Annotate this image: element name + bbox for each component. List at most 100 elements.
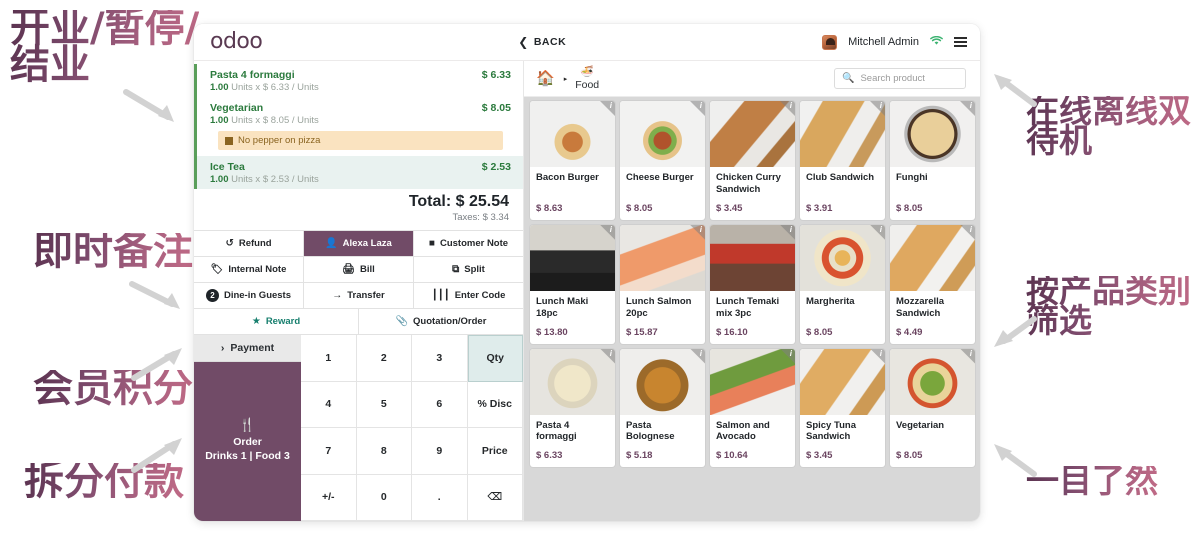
internal-note-button[interactable]: 🏷 Internal Note (194, 257, 304, 282)
numpad-key-plusminus[interactable]: +/- (301, 474, 357, 521)
order-button-line1: Order (233, 436, 262, 449)
transfer-button[interactable]: → Transfer (304, 283, 414, 308)
product-card[interactable]: Vegetarian $ 8.05 (890, 348, 975, 468)
product-card[interactable]: Salmon and Avocado $ 10.64 (710, 348, 795, 468)
quotation-order-button[interactable]: 📎 Quotation/Order (359, 309, 523, 334)
product-card[interactable]: Bacon Burger $ 8.63 (530, 101, 615, 220)
refund-button[interactable]: ↺ Refund (194, 231, 304, 256)
product-info: Salmon and Avocado $ 10.64 (710, 415, 795, 468)
product-image (800, 224, 885, 291)
order-line[interactable]: Vegetarian $ 8.05 1.00 Units x $ 8.05 / … (194, 97, 523, 156)
numpad-key-0[interactable]: 0 (356, 474, 412, 521)
product-info-icon[interactable] (600, 101, 615, 116)
product-info: Spicy Tuna Sandwich $ 3.45 (800, 415, 885, 468)
breadcrumb-separator: ▸ (563, 75, 568, 83)
product-card[interactable]: Cheese Burger $ 8.05 (620, 101, 705, 220)
annotation-arrow-6 (988, 315, 1042, 351)
reward-button[interactable]: ★ Reward (194, 309, 359, 334)
hamburger-menu-icon[interactable] (954, 36, 967, 48)
product-info-icon[interactable] (780, 224, 795, 240)
numpad-backspace-icon[interactable]: ⌫ (467, 474, 523, 521)
customer-label: Alexa Laza (342, 238, 392, 249)
product-card[interactable]: Lunch Salmon 20pc $ 15.87 (620, 224, 705, 344)
product-card[interactable]: Mozzarella Sandwich $ 4.49 (890, 224, 975, 344)
numpad-key-8[interactable]: 8 (356, 428, 412, 475)
enter-code-button[interactable]: ┃┃┃ Enter Code (414, 283, 523, 308)
customer-button[interactable]: 👤 Alexa Laza (304, 231, 414, 256)
bill-button[interactable]: 🖨 Bill (304, 257, 414, 282)
order-line-note[interactable]: No pepper on pizza (218, 131, 503, 150)
numpad-key-decimal[interactable]: . (412, 474, 468, 521)
numpad-key-4[interactable]: 4 (301, 381, 357, 428)
product-name: Lunch Temaki mix 3pc (716, 295, 780, 319)
customer-note-button[interactable]: ■ Customer Note (414, 231, 523, 256)
product-card[interactable]: Pasta 4 formaggi $ 6.33 (530, 348, 615, 468)
product-info-icon[interactable] (870, 101, 885, 116)
product-image (530, 348, 615, 415)
search-input[interactable] (860, 73, 958, 84)
order-button-line2: Drinks 1 | Food 3 (205, 450, 290, 463)
numpad-mode-discount[interactable]: % Disc (467, 381, 523, 428)
order-line-detail: 1.00 Units x $ 8.05 / Units (210, 115, 511, 126)
product-info-icon[interactable] (690, 224, 705, 240)
order-line[interactable]: Ice Tea $ 2.53 1.00 Units x $ 2.53 / Uni… (194, 156, 523, 189)
search-icon: 🔍 (842, 73, 855, 84)
product-info-icon[interactable] (690, 348, 705, 364)
product-info-icon[interactable] (600, 348, 615, 364)
pos-navbar: odoo ❮ BACK Mitchell Admin (194, 24, 980, 61)
pos-body: Pasta 4 formaggi $ 6.33 1.00 Units x $ 6… (194, 61, 980, 521)
product-info-icon[interactable] (960, 101, 975, 116)
product-name: Lunch Maki 18pc (536, 295, 589, 319)
annotation-arrow-1 (122, 86, 184, 130)
home-icon[interactable]: 🏠 (536, 71, 555, 86)
numpad-key-9[interactable]: 9 (412, 428, 468, 475)
breadcrumb-category[interactable]: 🍜 Food (575, 66, 599, 91)
product-image (800, 101, 885, 167)
numpad-key-6[interactable]: 6 (412, 381, 468, 428)
wifi-icon[interactable] (930, 35, 943, 48)
dine-in-guests-button[interactable]: 2 Dine-in Guests (194, 283, 304, 308)
product-card[interactable]: Lunch Maki 18pc $ 13.80 (530, 224, 615, 344)
numpad-mode-price[interactable]: Price (467, 428, 523, 475)
product-card[interactable]: Funghi $ 8.05 (890, 101, 975, 220)
split-button[interactable]: ⧉ Split (414, 257, 523, 282)
product-info-icon[interactable] (960, 224, 975, 240)
product-info-icon[interactable] (960, 348, 975, 364)
product-info: Funghi $ 8.05 (890, 167, 975, 220)
product-info-icon[interactable] (870, 224, 885, 240)
numpad-key-2[interactable]: 2 (356, 335, 412, 382)
back-button[interactable]: ❮ BACK (518, 36, 566, 48)
reward-label: Reward (265, 316, 301, 327)
product-info-icon[interactable] (870, 348, 885, 364)
numpad-key-3[interactable]: 3 (412, 335, 468, 382)
product-card[interactable]: Spicy Tuna Sandwich $ 3.45 (800, 348, 885, 468)
product-name: Margherita (806, 295, 855, 307)
product-info: Lunch Salmon 20pc $ 15.87 (620, 291, 705, 344)
product-info-icon[interactable] (690, 101, 705, 116)
product-info-icon[interactable] (780, 101, 795, 116)
order-line[interactable]: Pasta 4 formaggi $ 6.33 1.00 Units x $ 6… (194, 64, 523, 97)
chevron-right-icon: › (220, 342, 225, 354)
product-grid: Bacon Burger $ 8.63 Cheese Burger $ 8.05 (530, 101, 975, 468)
order-line-qty: 1.00 (210, 174, 229, 185)
annotation-arrow-5 (988, 70, 1042, 110)
product-card[interactable]: Club Sandwich $ 3.91 (800, 101, 885, 220)
product-grid-wrapper: Bacon Burger $ 8.63 Cheese Burger $ 8.05 (524, 97, 980, 521)
annotation-arrow-3 (128, 340, 190, 384)
numpad-key-1[interactable]: 1 (301, 335, 357, 382)
payment-button[interactable]: › Payment (194, 335, 301, 362)
tag-icon: 🏷 (210, 263, 224, 275)
search-box[interactable]: 🔍 (834, 68, 966, 89)
order-button[interactable]: 🍴 Order Drinks 1 | Food 3 (194, 362, 301, 521)
product-card[interactable]: Pasta Bolognese $ 5.18 (620, 348, 705, 468)
product-info: Pasta 4 formaggi $ 6.33 (530, 415, 615, 468)
product-card[interactable]: Chicken Curry Sandwich $ 3.45 (710, 101, 795, 220)
product-info-icon[interactable] (600, 224, 615, 240)
product-card[interactable]: Margherita $ 8.05 (800, 224, 885, 344)
numpad-key-7[interactable]: 7 (301, 428, 357, 475)
product-card[interactable]: Lunch Temaki mix 3pc $ 16.10 (710, 224, 795, 344)
product-info-icon[interactable] (780, 348, 795, 364)
avatar[interactable] (822, 34, 838, 50)
numpad-key-5[interactable]: 5 (356, 381, 412, 428)
numpad-mode-qty[interactable]: Qty (467, 335, 523, 382)
